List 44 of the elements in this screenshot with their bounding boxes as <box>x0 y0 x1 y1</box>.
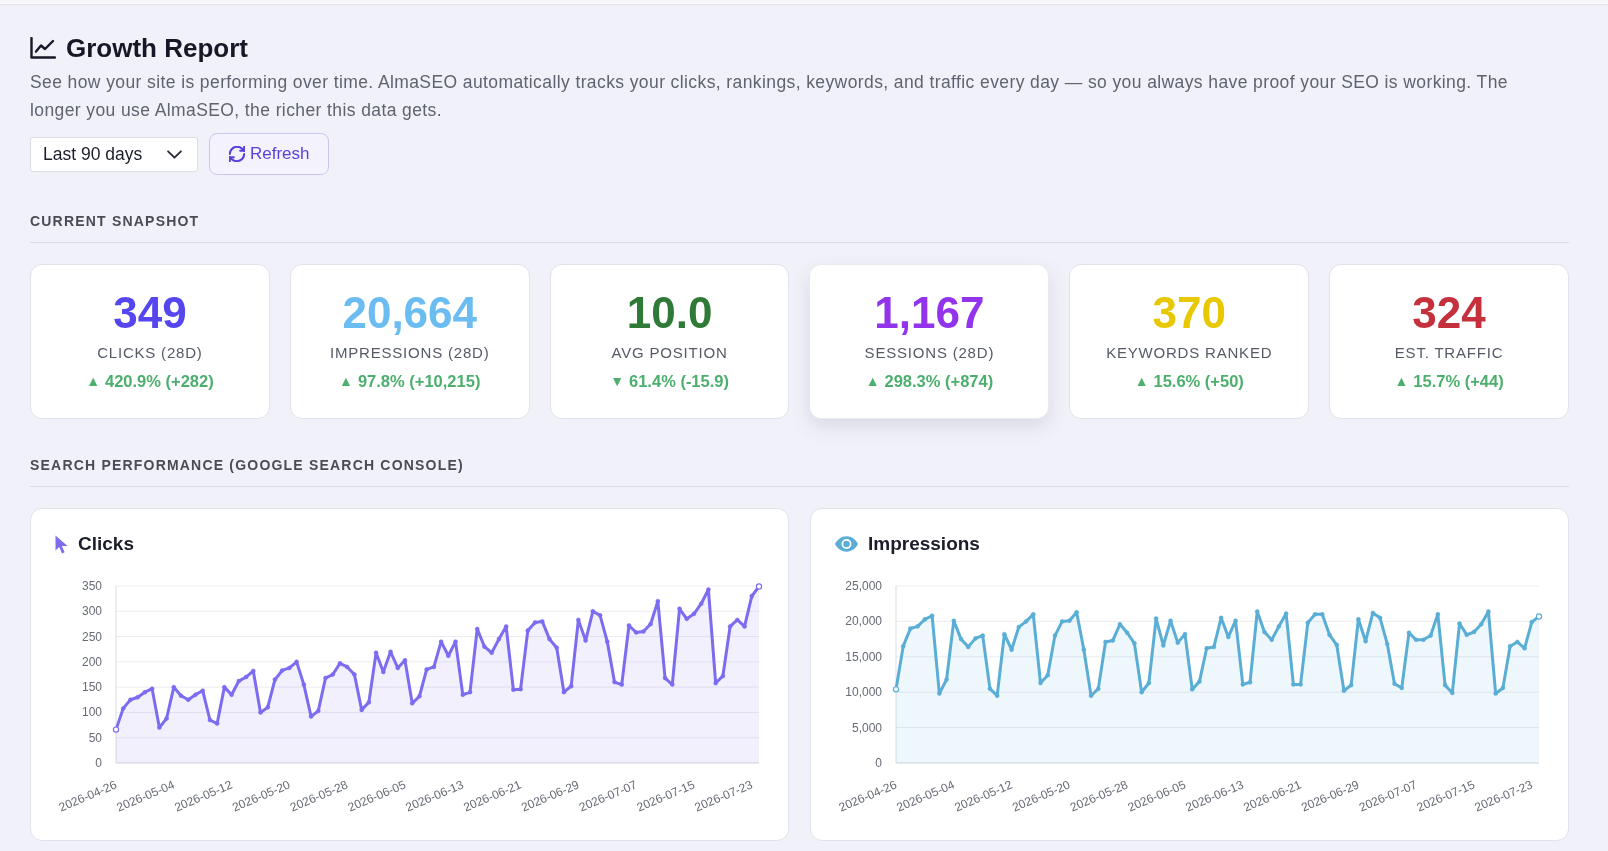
stat-value: 370 <box>1152 289 1226 337</box>
stat-label: CLICKS (28D) <box>97 344 203 362</box>
stat-label: AVG POSITION <box>611 344 728 362</box>
triangle-icon: ▼ <box>610 371 624 391</box>
triangle-icon: ▲ <box>86 371 100 391</box>
page-title: Growth Report <box>66 32 248 64</box>
stat-value: 1,167 <box>874 289 985 337</box>
stat-value: 349 <box>113 289 187 337</box>
stat-change: 298.3% (+874) <box>884 371 994 391</box>
axis-label: 350 <box>81 579 102 593</box>
axis-label: 10,000 <box>845 685 882 700</box>
axis-label: 20,000 <box>845 614 882 629</box>
axis-label: 5,000 <box>851 720 882 735</box>
axis-label: 250 <box>81 629 102 644</box>
stat-value: 10.0 <box>626 289 713 337</box>
stat-value: 324 <box>1412 289 1486 337</box>
stat-change: 97.8% (+10,215) <box>357 371 481 391</box>
axis-label: 100 <box>81 705 102 720</box>
triangle-icon: ▲ <box>1134 371 1149 391</box>
stat-value: 20,664 <box>342 289 478 337</box>
axis-label: 25,000 <box>845 579 882 593</box>
axis-label: 0 <box>875 756 882 770</box>
axis-label: 200 <box>81 654 102 669</box>
triangle-icon: ▲ <box>1394 371 1409 391</box>
stat-label: IMPRESSIONS (28D) <box>330 344 490 362</box>
stat-change: 61.4% (-15.9) <box>629 371 729 391</box>
triangle-icon: ▲ <box>865 371 880 391</box>
section-heading: CURRENT SNAPSHOT <box>30 212 200 230</box>
axis-label: 300 <box>81 604 102 619</box>
axis-label: 50 <box>88 730 102 745</box>
page-description: See how your site is performing over time. AlmaSEO automatically tracks your clicks, rankings, keywords, and traffic every day — so you always have proof your SEO is working. The longer you use AlmaSEO, the richer this data gets. <box>30 71 1509 122</box>
section-heading: SEARCH PERFORMANCE (GOOGLE SEARCH CONSOLE) <box>30 456 464 474</box>
axis-label: 0 <box>95 756 102 770</box>
axis-label: 15,000 <box>845 649 882 664</box>
stat-label: EST. TRAFFIC <box>1394 344 1504 362</box>
axis-label: 150 <box>81 680 102 695</box>
stat-change: 15.7% (+44) <box>1413 371 1504 391</box>
stat-change: 15.6% (+50) <box>1153 371 1244 391</box>
chart-title: Impressions <box>868 532 980 556</box>
chart-title: Clicks <box>78 532 134 556</box>
stat-change: 420.9% (+282) <box>105 371 214 391</box>
stat-label: KEYWORDS RANKED <box>1106 344 1273 362</box>
triangle-icon: ▲ <box>339 371 353 391</box>
stat-label: SESSIONS (28D) <box>864 344 995 362</box>
